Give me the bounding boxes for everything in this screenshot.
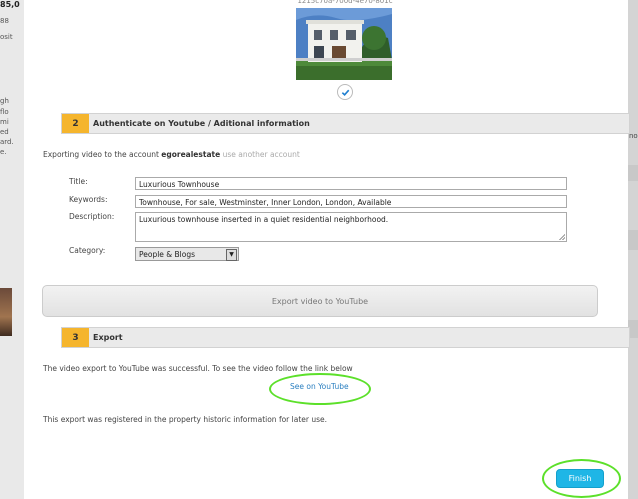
bg-fragment: e. bbox=[0, 148, 7, 156]
section-export-header: 3 Export bbox=[61, 327, 630, 348]
category-selected-value: People & Blogs bbox=[139, 250, 196, 259]
resize-grip-icon[interactable] bbox=[559, 234, 565, 240]
checkmark-icon bbox=[341, 89, 349, 96]
use-another-account-link[interactable]: use another account bbox=[223, 150, 300, 159]
bg-property-thumbnail bbox=[0, 288, 12, 336]
dropdown-arrow-icon: ▼ bbox=[226, 249, 237, 261]
section-authenticate-header: 2 Authenticate on Youtube / Aditional in… bbox=[61, 113, 630, 134]
bg-fragment: nol bbox=[629, 132, 638, 140]
section-title: Export bbox=[93, 333, 123, 342]
see-on-youtube-link[interactable]: See on YouTube bbox=[290, 382, 349, 391]
account-info-line: Exporting video to the account egoreales… bbox=[43, 150, 300, 159]
bg-fragment: 88 bbox=[0, 17, 9, 25]
step-number: 3 bbox=[62, 328, 89, 347]
export-success-message: The video export to YouTube was successf… bbox=[43, 364, 353, 373]
bg-fragment: osit bbox=[0, 33, 13, 41]
bg-fragment: flo bbox=[0, 108, 9, 116]
house-image bbox=[296, 8, 392, 80]
title-label: Title: bbox=[69, 177, 88, 186]
bg-row bbox=[628, 165, 638, 181]
export-registered-message: This export was registered in the proper… bbox=[43, 415, 328, 424]
bg-fragment: gh bbox=[0, 97, 9, 105]
description-field[interactable]: Luxurious townhouse inserted in a quiet … bbox=[135, 212, 567, 242]
step-number: 2 bbox=[62, 114, 89, 133]
description-text: Luxurious townhouse inserted in a quiet … bbox=[139, 215, 389, 224]
account-name: egorealestate bbox=[161, 150, 221, 159]
description-label: Description: bbox=[69, 212, 115, 221]
bg-fragment: mi bbox=[0, 118, 9, 126]
title-field[interactable]: Luxurious Townhouse bbox=[135, 177, 567, 190]
bg-fragment: ard. bbox=[0, 138, 14, 146]
background-page-left: 85,0 88 osit gh flo mi ed ard. e. bbox=[0, 0, 24, 499]
selected-check-icon[interactable] bbox=[337, 84, 353, 100]
account-prefix: Exporting video to the account bbox=[43, 150, 159, 159]
property-photo[interactable] bbox=[296, 8, 392, 80]
export-video-modal: 1215c70a-700d-4e70-801c 2 Authenticate o… bbox=[24, 0, 630, 499]
category-select[interactable]: People & Blogs ▼ bbox=[135, 247, 239, 261]
bg-row bbox=[628, 230, 638, 250]
bg-fragment: 85,0 bbox=[0, 0, 20, 9]
category-label: Category: bbox=[69, 246, 106, 255]
finish-button[interactable]: Finish bbox=[556, 469, 604, 488]
keywords-field[interactable]: Townhouse, For sale, Westminster, Inner … bbox=[135, 195, 567, 208]
keywords-label: Keywords: bbox=[69, 195, 108, 204]
image-id-label: 1215c70a-700d-4e70-801c bbox=[297, 0, 393, 5]
background-page-right: nol bbox=[628, 0, 638, 499]
bg-fragment: ed bbox=[0, 128, 9, 136]
export-video-button[interactable]: Export video to YouTube bbox=[42, 285, 598, 317]
section-title: Authenticate on Youtube / Aditional info… bbox=[93, 119, 310, 128]
